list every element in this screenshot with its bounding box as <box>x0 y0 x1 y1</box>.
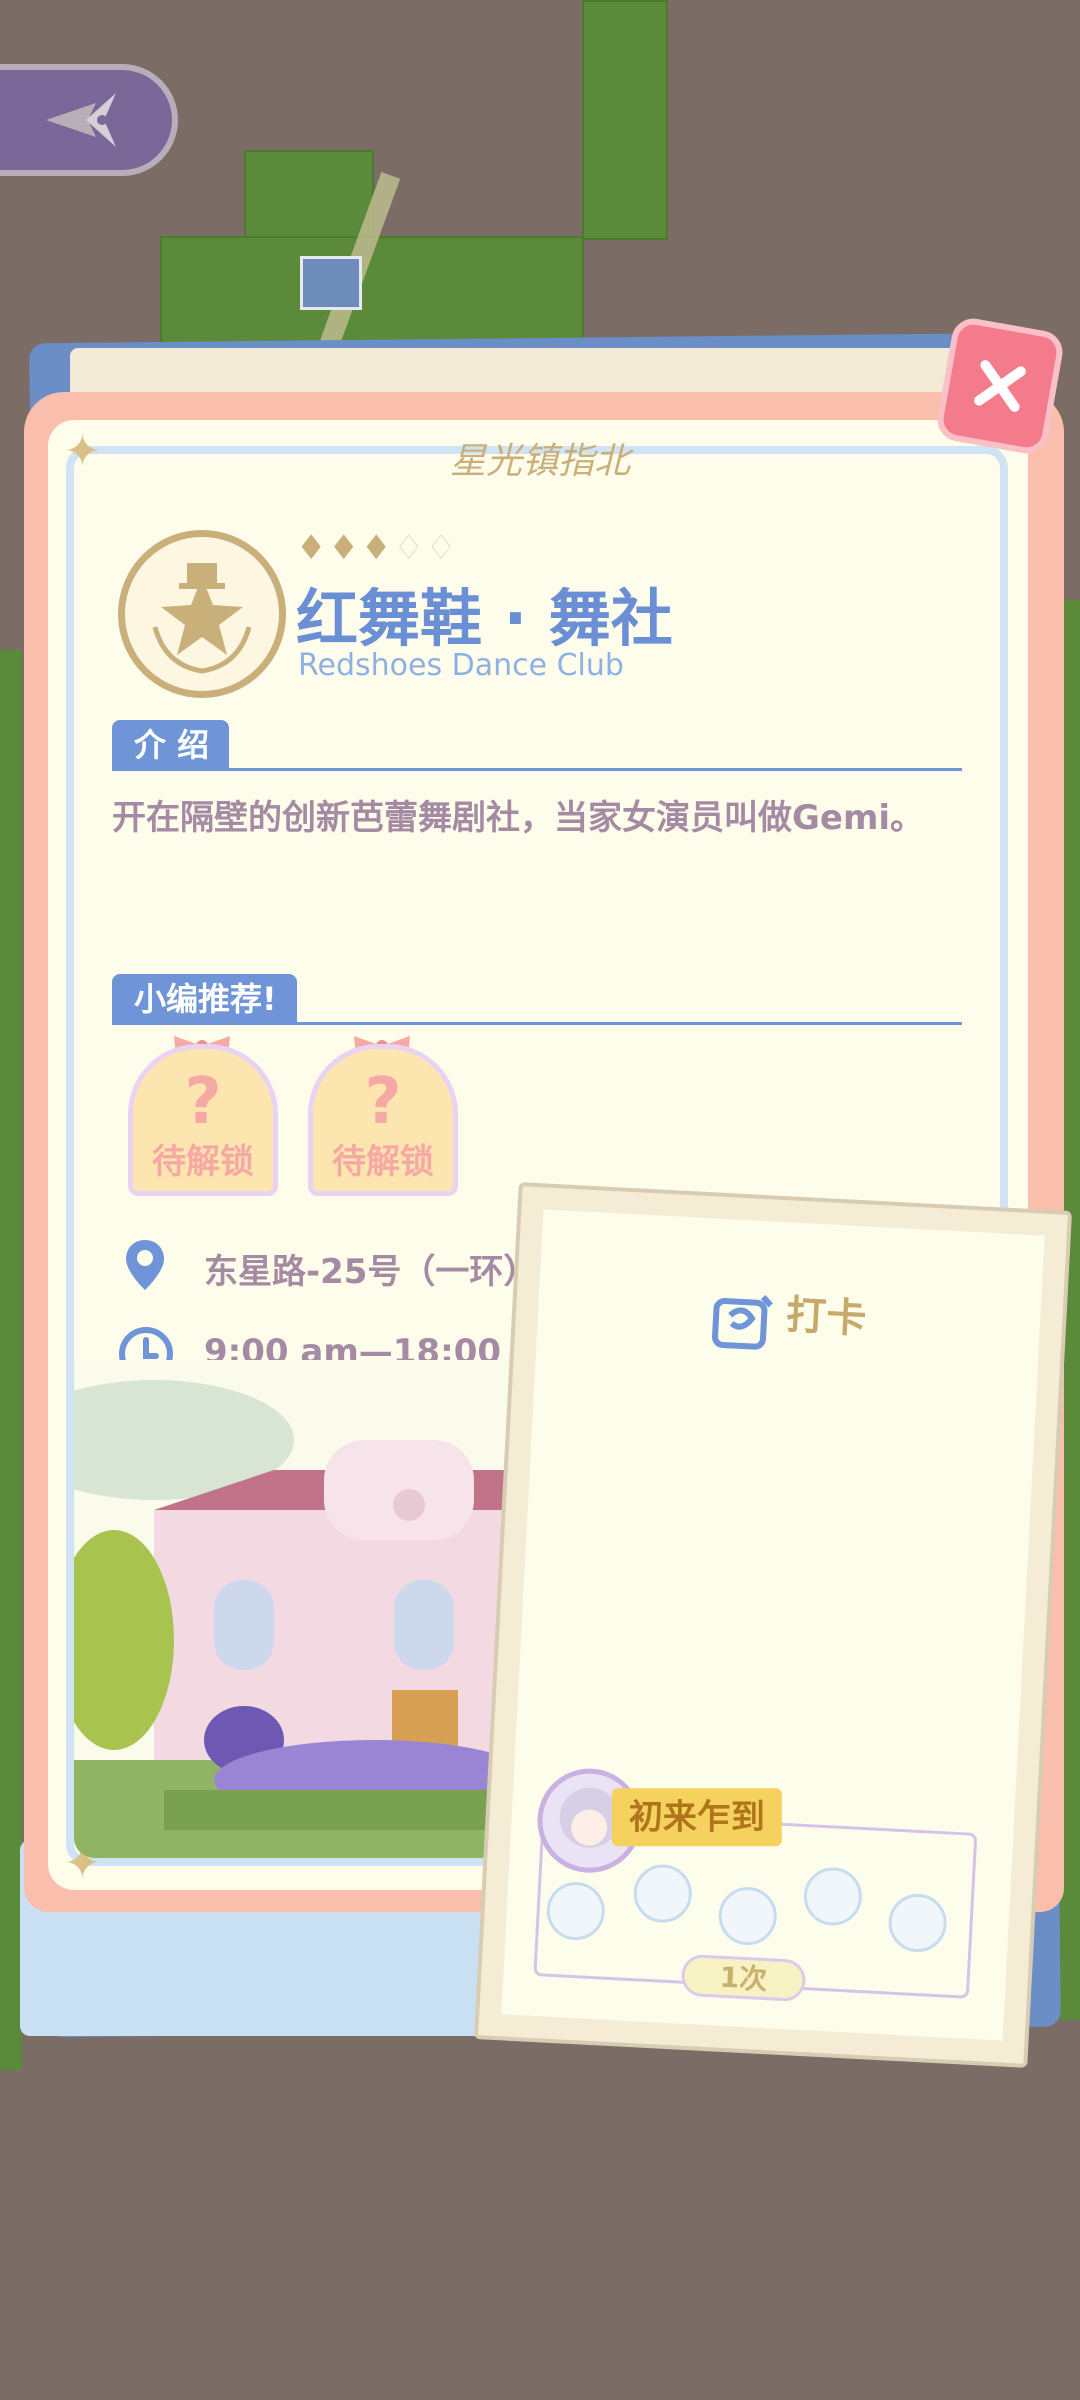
shop-name: 红舞鞋 · 舞社 <box>296 582 673 655</box>
unknown-icon: ? <box>364 1065 402 1139</box>
achievement-name: 初来乍到 <box>611 1788 782 1847</box>
shop-rating: ♦♦♦♢♢ <box>296 528 458 568</box>
compass-arrow-icon <box>46 93 116 147</box>
rating-filled: ♦♦♦ <box>296 528 394 568</box>
checkin-card-inner: 打卡 初来乍到 1次 <box>501 1209 1045 2041</box>
back-button[interactable] <box>0 64 178 176</box>
guide-title: 星光镇指北 <box>449 441 630 482</box>
recommend-slot-status: 待解锁 <box>152 1142 254 1182</box>
recommend-slot[interactable]: ? 待解锁 <box>128 1044 278 1196</box>
checkin-count: 1次 <box>680 1953 807 2003</box>
rating-empty: ♢♢ <box>393 528 459 568</box>
shop-address: 东星路-25号（一环） <box>204 1252 538 1292</box>
close-button[interactable] <box>934 315 1066 457</box>
top-hat-star-icon <box>152 563 252 674</box>
location-pin-icon <box>126 1240 164 1290</box>
map-edge-left <box>0 650 22 2070</box>
intro-divider <box>112 768 962 771</box>
shop-badge <box>118 530 286 698</box>
recommend-divider <box>112 1022 962 1025</box>
recommend-slot-status: 待解锁 <box>332 1142 434 1182</box>
shop-name-en: Redshoes Dance Club <box>298 648 624 683</box>
stamp-icon <box>712 1294 773 1350</box>
intro-text: 开在隔壁的创新芭蕾舞剧社，当家女演员叫做Gemi。 <box>112 798 925 838</box>
checkin-title-text: 打卡 <box>785 1292 868 1343</box>
checkin-card: 打卡 初来乍到 1次 <box>473 1182 1073 2068</box>
map-puzzle-piece <box>582 0 668 240</box>
checkin-title: 打卡 <box>537 1269 1042 1365</box>
map-house <box>300 256 362 310</box>
unknown-icon: ? <box>184 1065 222 1139</box>
recommend-label: 小编推荐! <box>112 974 297 1024</box>
recommend-slot[interactable]: ? 待解锁 <box>308 1044 458 1196</box>
intro-label: 介 绍 <box>112 720 230 770</box>
close-icon <box>974 360 1026 412</box>
sparkle-icon: ✦ <box>64 426 101 477</box>
